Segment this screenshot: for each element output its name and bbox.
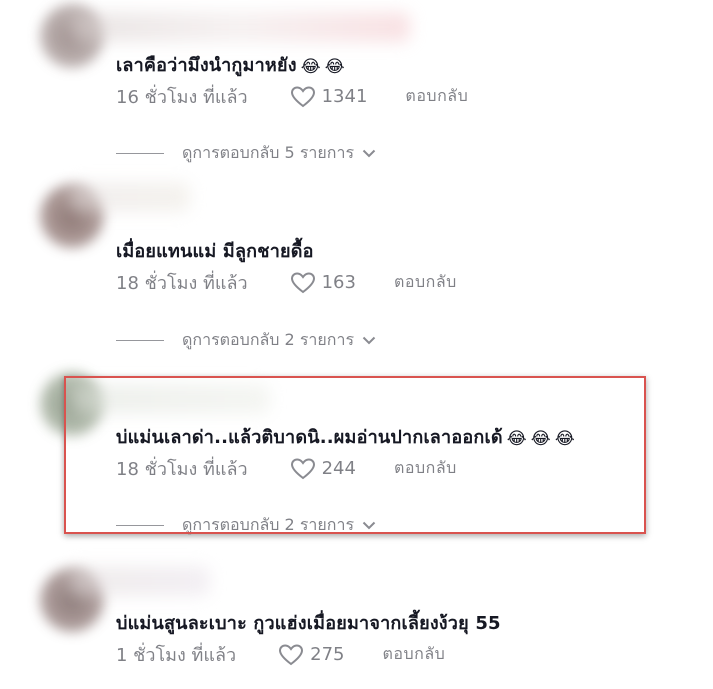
comment-meta: 16 ชั่วโมง ที่แล้ว 1341 ตอบกลับ xyxy=(116,82,468,111)
highlight-box xyxy=(64,376,646,534)
laugh-emoji-icon: 😂 xyxy=(324,57,345,77)
divider-line xyxy=(116,153,164,154)
like-button[interactable]: 1341 xyxy=(290,85,368,109)
divider-line xyxy=(116,340,164,341)
reply-button[interactable]: ตอบกลับ xyxy=(383,642,446,667)
comment-body: บ่แม่นสูนละเบาะ กูวแฮ่งเมื่อยมาจากเลี้ยง… xyxy=(116,613,501,634)
comment-text: เมื่อยแทนแม่ มีลูกชายดื้อ xyxy=(116,236,314,265)
chevron-down-icon xyxy=(362,149,376,158)
comment-time: 1 ชั่วโมง ที่แล้ว xyxy=(116,645,237,666)
reply-button[interactable]: ตอบกลับ xyxy=(405,84,468,109)
heart-outline-icon xyxy=(279,643,304,665)
comment-meta: 1 ชั่วโมง ที่แล้ว 275 ตอบกลับ xyxy=(116,640,445,669)
reply-button[interactable]: ตอบกลับ xyxy=(394,270,457,295)
comment-time: 18 ชั่วโมง ที่แล้ว xyxy=(116,273,248,294)
like-count: 163 xyxy=(321,272,356,293)
chevron-down-icon xyxy=(362,336,376,345)
comment-text: บ่แม่นสูนละเบาะ กูวแฮ่งเมื่อยมาจากเลี้ยง… xyxy=(116,608,501,637)
comment-body: เลาคือว่ามึงนำกูมาหยัง xyxy=(116,55,297,76)
view-replies-label: ดูการตอบกลับ 2 รายการ xyxy=(182,330,355,349)
comment-meta: 18 ชั่วโมง ที่แล้ว 163 ตอบกลับ xyxy=(116,268,457,297)
heart-outline-icon xyxy=(290,85,315,107)
like-count: 1341 xyxy=(321,86,368,107)
heart-outline-icon xyxy=(290,271,315,293)
view-replies-button[interactable]: ดูการตอบกลับ 2 รายการ xyxy=(116,328,376,353)
like-button[interactable]: 163 xyxy=(290,271,356,295)
username-blurred[interactable] xyxy=(70,12,410,42)
laugh-emoji-icon: 😂 xyxy=(300,57,321,77)
username-blurred[interactable] xyxy=(70,566,210,596)
view-replies-label: ดูการตอบกลับ 5 รายการ xyxy=(182,143,355,162)
like-count: 275 xyxy=(310,644,345,665)
comment-time: 16 ชั่วโมง ที่แล้ว xyxy=(116,87,248,108)
like-button[interactable]: 275 xyxy=(278,643,345,667)
comment-body: เมื่อยแทนแม่ มีลูกชายดื้อ xyxy=(116,241,314,262)
username-blurred[interactable] xyxy=(70,182,190,212)
comment-text: เลาคือว่ามึงนำกูมาหยัง 😂 😂 xyxy=(116,50,345,79)
view-replies-button[interactable]: ดูการตอบกลับ 5 รายการ xyxy=(116,141,376,166)
